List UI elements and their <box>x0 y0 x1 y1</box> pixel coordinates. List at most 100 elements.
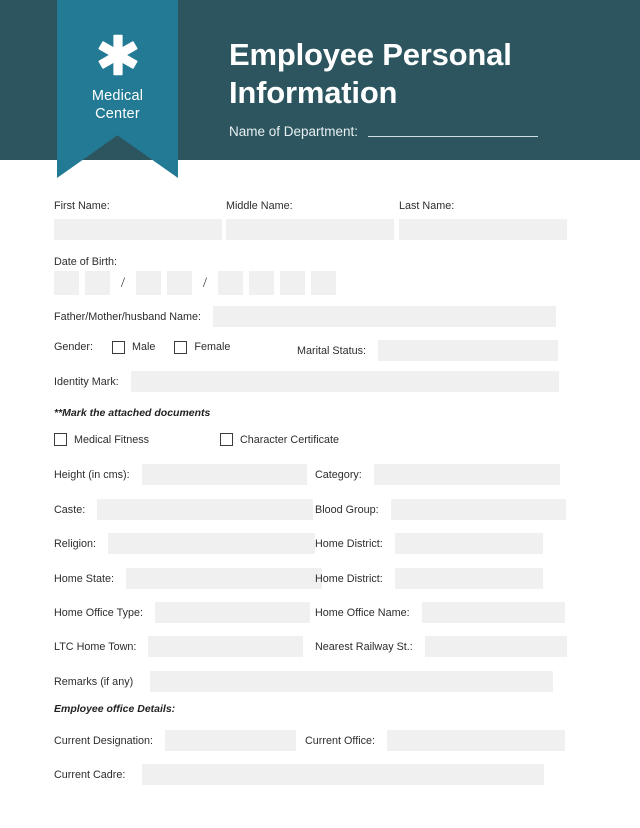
field-home-state: Home State: <box>54 568 323 589</box>
last-name-input[interactable] <box>399 219 567 240</box>
gender-female-label: Female <box>194 341 231 353</box>
ribbon-label-line1: Medical <box>91 88 144 104</box>
religion-input[interactable] <box>108 533 316 554</box>
category-input[interactable] <box>373 464 560 485</box>
asterisk-medical-icon <box>98 34 137 76</box>
identity-mark-label: Identity Mark: <box>54 375 119 388</box>
dob-year-3[interactable] <box>280 271 305 295</box>
home-office-type-input[interactable] <box>155 602 311 623</box>
field-current-office: Current Office: <box>305 730 566 751</box>
department-row: Name of Department: <box>229 124 539 140</box>
dob-day-1[interactable] <box>54 271 79 295</box>
field-category: Category: <box>315 464 560 485</box>
remarks-label: Remarks (if any) <box>54 675 134 688</box>
current-cadre-input[interactable] <box>142 764 545 785</box>
home-state-input[interactable] <box>126 568 323 589</box>
field-blood-group: Blood Group: <box>315 499 566 520</box>
department-label: Name of Department: <box>229 124 359 139</box>
remarks-input[interactable] <box>150 671 554 692</box>
gender-female-checkbox[interactable] <box>174 340 188 354</box>
nearest-railway-station-input[interactable] <box>424 636 567 657</box>
gender-label: Gender: <box>54 341 94 353</box>
ribbon-label: Medical Center <box>92 87 143 123</box>
middle-name-label: Middle Name: <box>226 200 293 212</box>
ltc-home-town-input[interactable] <box>148 636 304 657</box>
field-home-district-2: Home District: <box>315 568 543 589</box>
current-designation-label: Current Designation: <box>54 734 154 747</box>
gender-group: Gender: Male Female <box>54 340 230 354</box>
height-label: Height (in cms): <box>54 468 130 481</box>
dob-month-1[interactable] <box>136 271 161 295</box>
blood-group-input[interactable] <box>390 499 566 520</box>
department-input-line[interactable] <box>368 136 539 137</box>
field-last-name: Last Name: <box>399 199 567 240</box>
current-designation-input[interactable] <box>165 730 297 751</box>
field-marital-status: Marital Status: <box>297 340 559 361</box>
marital-status-label: Marital Status: <box>297 344 367 357</box>
field-middle-name: Middle Name: <box>226 199 394 240</box>
dob-year-2[interactable] <box>249 271 274 295</box>
gender-male-checkbox[interactable] <box>112 340 126 354</box>
dob-year-4[interactable] <box>311 271 336 295</box>
home-office-type-label: Home Office Type: <box>54 606 144 619</box>
caste-label: Caste: <box>54 503 86 516</box>
page-title-line2: Information <box>229 75 398 110</box>
last-name-label: Last Name: <box>399 200 455 212</box>
field-ltc-home-town: LTC Home Town: <box>54 636 304 657</box>
parent-name-label: Father/Mother/husband Name: <box>54 310 202 323</box>
home-office-name-input[interactable] <box>421 602 565 623</box>
dob-input-group: / / <box>54 271 342 295</box>
home-district-1-label: Home District: <box>315 537 383 550</box>
home-district-2-label: Home District: <box>315 572 383 585</box>
page-title-line1: Employee Personal <box>229 37 512 72</box>
gender-male-label: Male <box>132 341 156 353</box>
marital-status-input[interactable] <box>378 340 559 361</box>
medical-fitness-checkbox[interactable] <box>54 433 67 446</box>
field-current-designation: Current Designation: <box>54 730 297 751</box>
form-page: Employee Personal Information Name of De… <box>0 0 640 828</box>
dob-month-2[interactable] <box>167 271 192 295</box>
nearest-railway-station-label: Nearest Railway St.: <box>315 640 413 653</box>
field-religion: Religion: <box>54 533 316 554</box>
attached-doc-medical-fitness: Medical Fitness <box>54 433 149 446</box>
height-input[interactable] <box>141 464 307 485</box>
attached-doc-character-certificate: Character Certificate <box>220 433 339 446</box>
medical-fitness-label: Medical Fitness <box>74 433 150 446</box>
current-cadre-label: Current Cadre: <box>54 768 126 781</box>
home-district-2-input[interactable] <box>394 568 543 589</box>
field-current-cadre: Current Cadre: <box>54 764 545 785</box>
identity-mark-input[interactable] <box>130 371 559 392</box>
attached-documents-note: **Mark the attached documents <box>54 407 211 419</box>
field-caste: Caste: <box>54 499 314 520</box>
character-certificate-label: Character Certificate <box>240 433 340 446</box>
current-office-label: Current Office: <box>305 734 376 747</box>
dob-label-wrap: Date of Birth: <box>54 252 117 270</box>
caste-input[interactable] <box>97 499 314 520</box>
field-home-office-type: Home Office Type: <box>54 602 311 623</box>
dob-label: Date of Birth: <box>54 256 118 268</box>
field-home-office-name: Home Office Name: <box>315 602 565 623</box>
page-title: Employee Personal Information <box>229 36 619 112</box>
category-label: Category: <box>315 468 362 481</box>
ribbon-label-line2: Center <box>95 106 140 122</box>
office-details-title: Employee office Details: <box>54 703 176 715</box>
current-office-input[interactable] <box>387 730 566 751</box>
field-remarks: Remarks (if any) <box>54 671 554 692</box>
field-identity-mark: Identity Mark: <box>54 371 559 392</box>
home-district-1-input[interactable] <box>394 533 543 554</box>
field-parent-name: Father/Mother/husband Name: <box>54 306 557 327</box>
first-name-input[interactable] <box>54 219 222 240</box>
parent-name-input[interactable] <box>213 306 557 327</box>
ltc-home-town-label: LTC Home Town: <box>54 640 137 653</box>
religion-label: Religion: <box>54 537 97 550</box>
character-certificate-checkbox[interactable] <box>220 433 233 446</box>
first-name-label: First Name: <box>54 200 110 212</box>
field-home-district-1: Home District: <box>315 533 543 554</box>
middle-name-input[interactable] <box>226 219 394 240</box>
dob-year-1[interactable] <box>218 271 243 295</box>
home-office-name-label: Home Office Name: <box>315 606 410 619</box>
home-state-label: Home State: <box>54 572 115 585</box>
blood-group-label: Blood Group: <box>315 503 379 516</box>
field-height: Height (in cms): <box>54 464 307 485</box>
dob-day-2[interactable] <box>85 271 110 295</box>
